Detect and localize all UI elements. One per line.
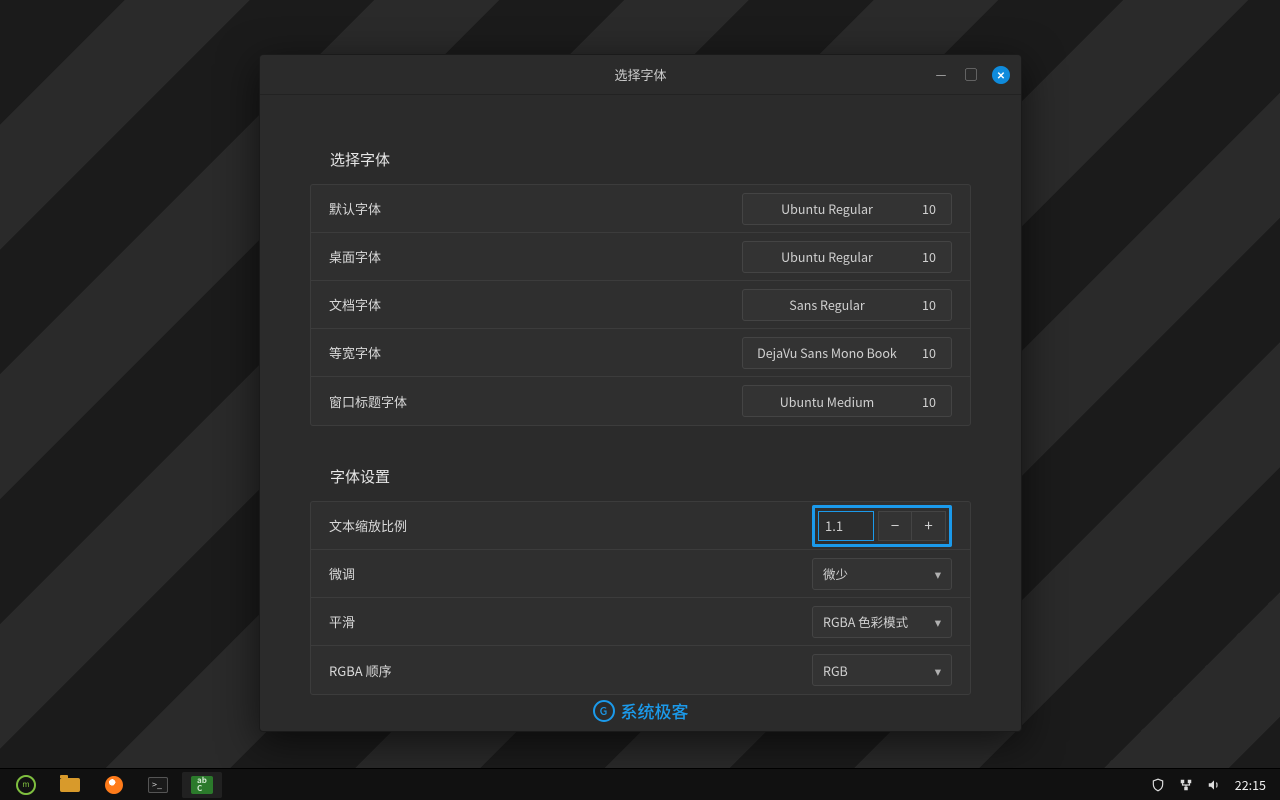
start-menu-button[interactable]: m	[6, 772, 46, 798]
row-title-font: 窗口标题字体 Ubuntu Medium 10	[311, 377, 970, 425]
window-content: 选择字体 默认字体 Ubuntu Regular 10 桌面字体 Ubuntu …	[260, 95, 1021, 731]
label-title-font: 窗口标题字体	[329, 392, 407, 411]
dropdown-antialias[interactable]: RGBA 色彩模式 ▾	[812, 606, 952, 638]
row-desktop-font: 桌面字体 Ubuntu Regular 10	[311, 233, 970, 281]
shield-icon[interactable]	[1151, 778, 1165, 792]
network-icon[interactable]	[1179, 778, 1193, 792]
section-heading-settings: 字体设置	[330, 466, 971, 487]
label-document-font: 文档字体	[329, 295, 381, 314]
desktop-font-size: 10	[917, 247, 941, 266]
row-rgba-order: RGBA 顺序 RGB ▾	[311, 646, 970, 694]
watermark-icon: G	[593, 700, 615, 722]
row-antialias: 平滑 RGBA 色彩模式 ▾	[311, 598, 970, 646]
label-monospace-font: 等宽字体	[329, 343, 381, 362]
label-text-scale: 文本缩放比例	[329, 516, 407, 535]
desktop-font-name: Ubuntu Regular	[753, 247, 901, 266]
row-text-scale: 文本缩放比例 − +	[311, 502, 970, 550]
picker-desktop-font[interactable]: Ubuntu Regular 10	[742, 241, 952, 273]
document-font-name: Sans Regular	[753, 295, 901, 314]
text-scale-decrement[interactable]: −	[878, 511, 912, 541]
dropdown-rgba-order[interactable]: RGB ▾	[812, 654, 952, 686]
chevron-down-icon: ▾	[935, 564, 941, 583]
document-font-size: 10	[917, 295, 941, 314]
taskbar-terminal[interactable]: >_	[138, 772, 178, 798]
font-settings-window: 选择字体 — ▢ ✕ 选择字体 默认字体 Ubuntu Regular 10 桌…	[259, 54, 1022, 732]
rgba-value: RGB	[823, 661, 848, 680]
picker-document-font[interactable]: Sans Regular 10	[742, 289, 952, 321]
row-monospace-font: 等宽字体 DejaVu Sans Mono Book 10	[311, 329, 970, 377]
label-desktop-font: 桌面字体	[329, 247, 381, 266]
dropdown-hinting[interactable]: 微少 ▾	[812, 558, 952, 590]
terminal-icon: >_	[148, 777, 168, 793]
text-scale-input[interactable]	[818, 511, 874, 541]
minimize-button[interactable]: —	[927, 61, 955, 89]
mint-logo-icon: m	[16, 775, 36, 795]
window-title: 选择字体	[614, 65, 666, 84]
watermark-text: 系统极客	[621, 698, 689, 723]
chevron-down-icon: ▾	[935, 612, 941, 631]
label-rgba-order: RGBA 顺序	[329, 661, 392, 680]
titlebar[interactable]: 选择字体 — ▢ ✕	[260, 55, 1021, 95]
maximize-button[interactable]: ▢	[957, 61, 985, 89]
antialias-value: RGBA 色彩模式	[823, 612, 908, 631]
row-default-font: 默认字体 Ubuntu Regular 10	[311, 185, 970, 233]
label-antialias: 平滑	[329, 612, 355, 631]
text-scale-increment[interactable]: +	[912, 511, 946, 541]
fonts-panel: 默认字体 Ubuntu Regular 10 桌面字体 Ubuntu Regul…	[310, 184, 971, 426]
taskbar-tweaks-active[interactable]: abC	[182, 772, 222, 798]
tweaks-icon: abC	[191, 776, 213, 794]
chevron-down-icon: ▾	[935, 661, 941, 680]
taskbar-files[interactable]	[50, 772, 90, 798]
settings-panel: 文本缩放比例 − + 微调 微少 ▾ 平滑 RGBA 色彩模式 ▾	[310, 501, 971, 695]
label-hinting: 微调	[329, 564, 355, 583]
taskbar-clock[interactable]: 22:15	[1235, 775, 1266, 794]
row-hinting: 微调 微少 ▾	[311, 550, 970, 598]
monospace-font-name: DejaVu Sans Mono Book	[753, 343, 901, 362]
volume-icon[interactable]	[1207, 778, 1221, 792]
row-document-font: 文档字体 Sans Regular 10	[311, 281, 970, 329]
taskbar-firefox[interactable]	[94, 772, 134, 798]
monospace-font-size: 10	[917, 343, 941, 362]
default-font-name: Ubuntu Regular	[753, 199, 901, 218]
system-tray: 22:15	[1151, 775, 1276, 794]
default-font-size: 10	[917, 199, 941, 218]
firefox-icon	[105, 776, 123, 794]
taskbar: m >_ abC 22:15	[0, 768, 1280, 800]
title-font-name: Ubuntu Medium	[753, 392, 901, 411]
section-heading-fonts: 选择字体	[330, 149, 971, 170]
text-scale-stepper: − +	[812, 505, 952, 547]
picker-monospace-font[interactable]: DejaVu Sans Mono Book 10	[742, 337, 952, 369]
picker-title-font[interactable]: Ubuntu Medium 10	[742, 385, 952, 417]
title-font-size: 10	[917, 392, 941, 411]
watermark: G 系统极客	[593, 698, 689, 723]
hinting-value: 微少	[823, 564, 848, 583]
label-default-font: 默认字体	[329, 199, 381, 218]
close-button[interactable]: ✕	[987, 61, 1015, 89]
window-controls: — ▢ ✕	[927, 55, 1015, 94]
folder-icon	[60, 778, 80, 792]
picker-default-font[interactable]: Ubuntu Regular 10	[742, 193, 952, 225]
